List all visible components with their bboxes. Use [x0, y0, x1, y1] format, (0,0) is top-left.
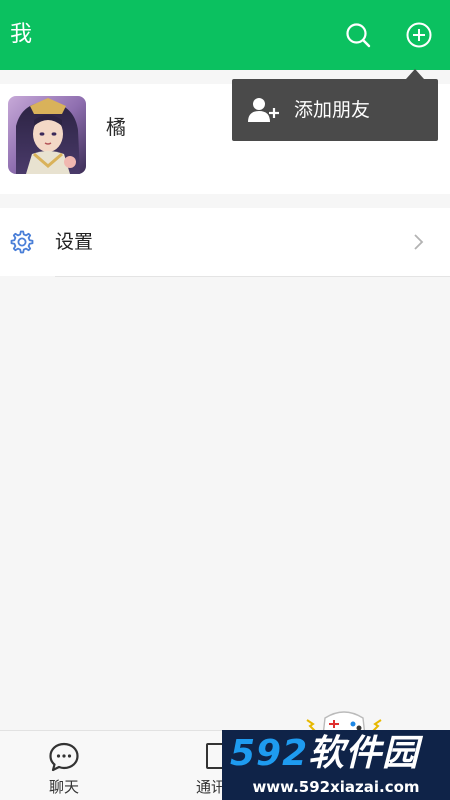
gear-icon: [8, 229, 34, 255]
watermark-number: 592: [230, 733, 309, 774]
tab-chat-label: 聊天: [48, 778, 79, 796]
search-icon[interactable]: [345, 22, 371, 48]
top-header: 我: [0, 0, 450, 70]
settings-label: 设置: [55, 231, 94, 253]
tab-chat[interactable]: 聊天: [34, 739, 94, 796]
profile-name: 橘: [106, 115, 126, 139]
watermark-title: 592软件园: [230, 733, 419, 775]
watermark-text: 软件园: [308, 733, 420, 774]
watermark-logo: 592软件园 www.592xiazai.com: [222, 730, 450, 800]
chevron-right-icon: [412, 232, 426, 252]
add-friend-icon[interactable]: [248, 96, 280, 124]
page-title: 我: [10, 22, 33, 47]
add-menu-popup: 添加朋友: [232, 79, 438, 141]
watermark-url: www.592xiazai.com: [252, 778, 420, 796]
divider: [55, 276, 450, 277]
avatar[interactable]: [8, 96, 86, 174]
settings-row[interactable]: 设置: [0, 208, 450, 276]
popup-arrow: [406, 69, 424, 79]
plus-circle-icon[interactable]: [406, 22, 432, 48]
chat-bubble-icon: [48, 741, 80, 773]
add-friend-menu-item[interactable]: 添加朋友: [294, 95, 370, 125]
